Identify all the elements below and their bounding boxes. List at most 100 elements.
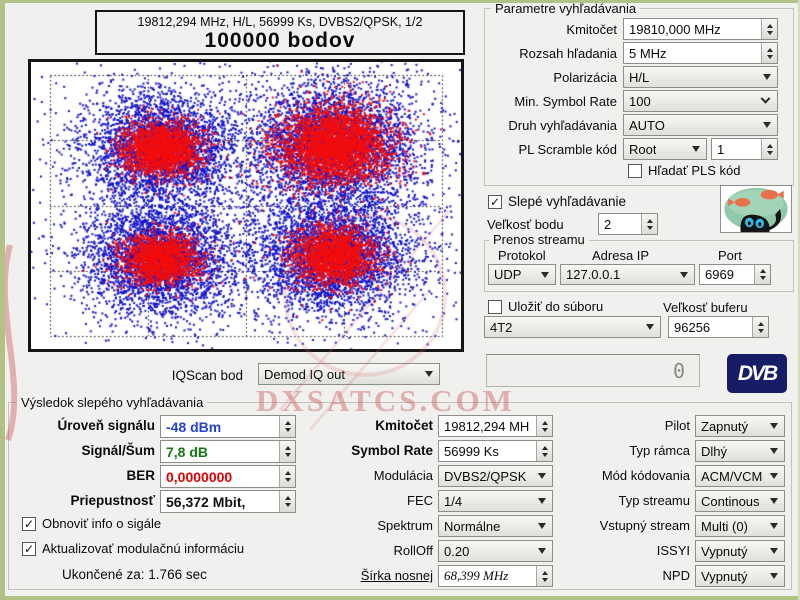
issyi-label: ISSYI	[560, 543, 690, 558]
results-title: Výsledok slepého vyhľadávania	[17, 395, 207, 410]
spectrum-dropdown[interactable]: Normálne	[438, 515, 553, 537]
buffer-size-label: Veľkosť buferu	[663, 300, 748, 315]
pl-mode-dropdown[interactable]: Root	[623, 138, 707, 160]
coding-mode-label: Mód kódovania	[560, 468, 690, 483]
spinner-buttons[interactable]	[279, 441, 295, 462]
point-size-label: Veľkosť bodu	[487, 217, 564, 232]
checkbox-check-icon[interactable]: ✓	[22, 542, 36, 556]
spinner-buttons[interactable]	[641, 214, 657, 234]
spinner-buttons[interactable]	[752, 317, 768, 337]
signal-info-line: 19812,294 MHz, H/L, 56999 Ks, DVBS2/QPSK…	[97, 15, 463, 29]
throughput-spinbox[interactable]: 56,372 Mbit,	[160, 490, 296, 513]
refresh-signal-info-checkbox[interactable]: ✓ Obnoviť info o sigále	[22, 516, 161, 531]
dropdown-arrow-icon	[538, 473, 546, 479]
dropdown-arrow-icon	[692, 146, 700, 152]
update-modulation-info-checkbox[interactable]: ✓ Aktualizovať modulačnú informáciu	[22, 541, 244, 556]
throughput-label: Priepustnosť	[5, 493, 155, 508]
result-symbolrate-label: Symbol Rate	[293, 443, 433, 458]
points-count: 100000 bodov	[97, 29, 463, 53]
spinner-buttons[interactable]	[536, 416, 552, 436]
checkbox-box[interactable]	[488, 300, 502, 314]
modulation-dropdown[interactable]: DVBS2/QPSK	[438, 465, 553, 487]
pl-scramble-label: PL Scramble kód	[490, 142, 617, 157]
dxsatcs-watermark: DXSATCS.COM	[256, 383, 515, 419]
seven-segment-digit: 0	[673, 359, 685, 383]
chevron-down-icon	[761, 93, 771, 103]
rolloff-dropdown[interactable]: 0.20	[438, 540, 553, 562]
spinner-buttons[interactable]	[761, 43, 777, 63]
signal-level-spinbox[interactable]: -48 dBm	[160, 415, 296, 438]
save-file-checkbox[interactable]: Uložiť do súboru	[488, 299, 603, 314]
spinner-buttons[interactable]	[279, 491, 295, 512]
iqscan-dropdown[interactable]: Demod IQ out	[258, 363, 440, 385]
stream-type-dropdown[interactable]: Continous	[695, 490, 785, 512]
coding-mode-dropdown[interactable]: ACM/VCM	[695, 465, 785, 487]
spinner-buttons[interactable]	[761, 19, 777, 39]
device-dropdown[interactable]: 4T2	[484, 316, 661, 338]
polarization-dropdown[interactable]: H/L	[623, 66, 778, 88]
checkbox-check-icon[interactable]: ✓	[488, 195, 502, 209]
frame-type-dropdown[interactable]: Dlhý	[695, 440, 785, 462]
result-freq-spinbox[interactable]: 19812,294 MH	[438, 415, 553, 437]
port-spinbox[interactable]: 6969	[699, 264, 771, 285]
checkbox-check-icon[interactable]: ✓	[22, 517, 36, 531]
result-freq-label: Kmitočet	[293, 418, 433, 433]
input-stream-label: Vstupný stream	[560, 518, 690, 533]
ip-address-dropdown[interactable]: 127.0.0.1	[560, 264, 695, 285]
point-size-spinbox[interactable]: 2	[598, 213, 658, 235]
dropdown-arrow-icon	[770, 473, 778, 479]
frame-top	[0, 0, 800, 3]
protocol-header: Protokol	[498, 248, 546, 263]
spinner-buttons[interactable]	[754, 265, 770, 284]
carrier-width-spinbox[interactable]: 68,399 MHz	[438, 565, 553, 587]
search-type-dropdown[interactable]: AUTO	[623, 114, 778, 136]
issyi-dropdown[interactable]: Vypnutý	[695, 540, 785, 562]
dropdown-arrow-icon	[646, 324, 654, 330]
dvb-logo: DVB	[727, 354, 787, 393]
range-spinbox[interactable]: 5 MHz	[623, 42, 778, 64]
signal-level-label: Úroveň signálu	[5, 418, 155, 433]
npd-label: NPD	[560, 568, 690, 583]
iqscan-label: IQScan bod	[120, 368, 243, 383]
buffer-size-spinbox[interactable]: 96256	[668, 316, 769, 338]
carrier-width-label: Šírka nosnej	[293, 568, 433, 583]
dropdown-arrow-icon	[770, 448, 778, 454]
freq-spinbox[interactable]: 19810,000 MHz	[623, 18, 778, 40]
dropdown-arrow-icon	[763, 122, 771, 128]
min-symbolrate-combo[interactable]: 100	[623, 90, 778, 112]
checkbox-box[interactable]	[628, 164, 642, 178]
dropdown-arrow-icon	[770, 498, 778, 504]
signal-header-box: 19812,294 MHz, H/L, 56999 Ks, DVBS2/QPSK…	[95, 10, 465, 55]
stream-group-title: Prenos streamu	[489, 232, 589, 247]
dropdown-arrow-icon	[538, 548, 546, 554]
input-stream-dropdown[interactable]: Multi (0)	[695, 515, 785, 537]
spinner-buttons[interactable]	[536, 566, 552, 586]
spinner-buttons[interactable]	[279, 416, 295, 437]
ber-label: BER	[5, 468, 155, 483]
spinner-buttons[interactable]	[279, 466, 295, 487]
pl-code-spinbox[interactable]: 1	[711, 138, 778, 160]
dropdown-arrow-icon	[425, 371, 433, 377]
spinner-buttons[interactable]	[536, 441, 552, 461]
pilot-label: Pilot	[560, 418, 690, 433]
blind-search-checkbox[interactable]: ✓ Slepé vyhľadávanie	[488, 194, 626, 209]
npd-dropdown[interactable]: Vypnutý	[695, 565, 785, 587]
pilot-dropdown[interactable]: Zapnutý	[695, 415, 785, 437]
aquarium-cat-image	[720, 185, 792, 233]
frame-type-label: Typ rámca	[560, 443, 690, 458]
pls-search-checkbox[interactable]: Hľadať PLS kód	[628, 163, 741, 178]
ip-header: Adresa IP	[592, 248, 649, 263]
frame-bottom	[0, 596, 800, 600]
iq-constellation-box	[28, 59, 464, 352]
dropdown-arrow-icon	[770, 573, 778, 579]
snr-spinbox[interactable]: 7,8 dB	[160, 440, 296, 463]
dropdown-arrow-icon	[763, 74, 771, 80]
protocol-dropdown[interactable]: UDP	[488, 264, 556, 285]
polarization-label: Polarizácia	[490, 70, 617, 85]
frame-left	[0, 0, 5, 600]
ber-spinbox[interactable]: 0,0000000	[160, 465, 296, 488]
result-symbolrate-spinbox[interactable]: 56999 Ks	[438, 440, 553, 462]
min-symbolrate-label: Min. Symbol Rate	[490, 94, 617, 109]
spinner-buttons[interactable]	[761, 139, 777, 159]
fec-dropdown[interactable]: 1/4	[438, 490, 553, 512]
